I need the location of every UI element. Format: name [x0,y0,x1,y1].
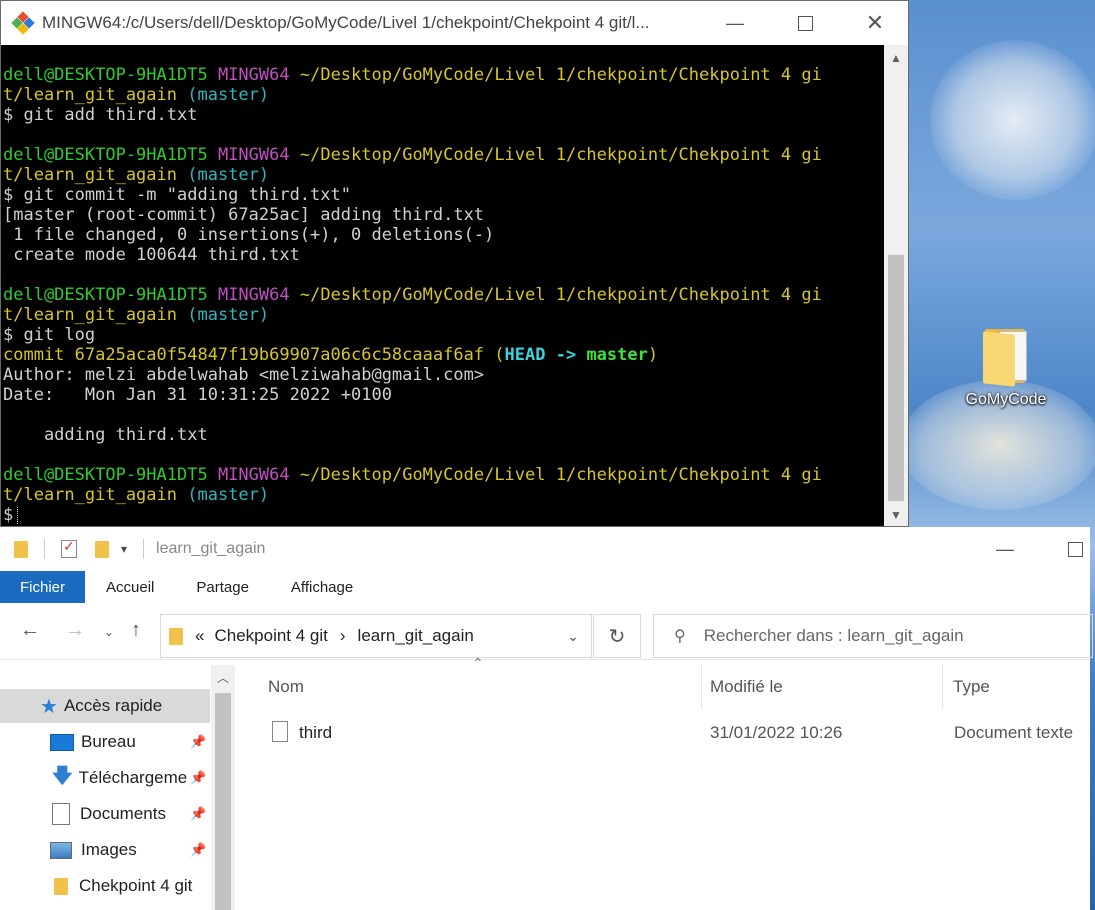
desktop-icon [50,733,74,751]
star-icon: ★ [40,695,58,718]
images-icon [50,841,72,859]
pin-icon[interactable]: 📌 [190,734,206,750]
tab-partage[interactable]: Partage [175,571,270,603]
folder-icon [54,877,68,895]
file-list: ⌃ Nom Modifié le Type third 31/01/2022 1… [236,655,1090,910]
close-icon: ✕ [865,10,885,35]
minimize-button[interactable]: — [700,1,770,45]
folder-icon [169,627,183,645]
explorer-titlebar[interactable]: ▾ learn_git_again — [0,527,1090,571]
maximize-icon [797,15,813,31]
tab-fichier[interactable]: Fichier [0,571,86,603]
recent-locations-chevron-icon[interactable]: ⌄ [104,625,114,639]
download-icon: 🡇 [52,765,73,787]
maximize-button[interactable] [1040,527,1095,571]
sidebar-item-acces-rapide[interactable]: ★ Accès rapide [0,689,210,723]
pin-icon[interactable]: 📌 [190,770,206,786]
sidebar-item-telechargements[interactable]: 🡇 Téléchargeme 📌 [0,761,210,795]
documents-icon [52,803,70,825]
scrollbar-thumb[interactable] [215,693,231,910]
properties-icon[interactable] [61,538,77,558]
navigation-pane-scrollbar[interactable]: ︿ [211,665,235,910]
new-folder-icon[interactable] [95,540,109,558]
divider [143,539,145,559]
sidebar-item-label: Documents [80,804,166,823]
column-divider[interactable] [942,665,943,709]
file-name: third [299,723,333,742]
sidebar-item-bureau[interactable]: Bureau 📌 [0,725,210,759]
breadcrumb-learn-git-again[interactable]: learn_git_again [358,626,474,646]
desktop-folder-label: GoMyCode [965,391,1047,408]
refresh-button[interactable]: ↻ [593,614,641,658]
sidebar-item-images[interactable]: Images 📌 [0,833,210,867]
close-button[interactable]: ✕ [840,1,910,45]
folder-icon [983,325,1029,387]
terminal-command: $ git log [3,325,96,345]
scrollbar-thumb[interactable] [888,255,904,501]
address-bar[interactable]: « Chekpoint 4 git › learn_git_again ⌄ [160,614,592,658]
text-file-icon [272,721,288,742]
search-icon: ⚲ [674,628,686,645]
git-bash-icon [11,11,35,35]
maximize-button[interactable] [770,1,840,45]
terminal-cursor [17,506,20,524]
navigation-bar: ← → ⌄ ↑ « Chekpoint 4 git › learn_git_ag… [0,603,1093,660]
pin-icon[interactable]: 📌 [190,842,206,858]
breadcrumb-separator[interactable]: › [340,626,346,646]
divider [44,539,45,559]
desktop-folder-gomycode[interactable]: GoMyCode [955,325,1057,409]
minimize-icon: — [996,538,1014,559]
terminal-command: $ git add third.txt [3,105,198,125]
customize-toolbar-chevron-icon[interactable]: ▾ [121,542,127,556]
ribbon-tabs: Fichier Accueil Partage Affichage [0,571,1090,603]
up-arrow-icon[interactable]: ↑ [131,619,141,642]
scroll-down-icon[interactable]: ▼ [884,504,908,526]
folder-icon [14,540,28,558]
terminal-output[interactable]: dell@DESKTOP-9HA1DT5 MINGW64 ~/Desktop/G… [1,45,884,526]
cloud [930,40,1095,200]
file-explorer-window[interactable]: ▾ learn_git_again — Fichier Accueil Part… [0,527,1093,910]
sidebar-item-chekpoint-4-git[interactable]: Chekpoint 4 git [0,869,210,903]
terminal-titlebar[interactable]: MINGW64:/c/Users/dell/Desktop/GoMyCode/L… [1,1,908,45]
forward-arrow-icon[interactable]: → [65,619,85,642]
terminal-command: $ git commit -m "adding third.txt" [3,185,351,205]
sidebar-item-label: Bureau [81,732,136,751]
search-input[interactable]: ⚲ Rechercher dans : learn_git_again [653,614,1093,658]
minimize-icon: — [726,12,744,33]
sidebar-item-label: Images [81,840,137,859]
minimize-button[interactable]: — [970,527,1040,571]
pin-icon[interactable]: 📌 [190,806,206,822]
maximize-icon [1067,541,1083,557]
terminal-title: MINGW64:/c/Users/dell/Desktop/GoMyCode/L… [42,13,650,32]
tab-accueil[interactable]: Accueil [85,571,175,603]
address-history-chevron-icon[interactable]: ⌄ [567,628,579,645]
sidebar-item-label: Accès rapide [63,696,163,715]
scroll-up-icon[interactable]: ︿ [211,669,235,686]
file-type: Document texte [954,723,1074,742]
search-placeholder: Rechercher dans : learn_git_again [703,626,964,645]
explorer-title: learn_git_again [156,540,266,557]
breadcrumb-overflow[interactable]: « [195,626,204,646]
column-header-modified[interactable]: Modifié le [710,677,783,697]
sidebar-item-documents[interactable]: Documents 📌 [0,797,210,831]
sort-ascending-icon: ⌃ [472,655,484,671]
sidebar-item-label: Chekpoint 4 git [79,876,193,895]
column-divider[interactable] [701,665,702,709]
column-header-type[interactable]: Type [953,677,990,697]
terminal-scrollbar[interactable]: ▲ ▼ [884,45,908,526]
refresh-icon: ↻ [608,625,626,648]
column-header-name[interactable]: Nom [268,677,304,697]
back-arrow-icon[interactable]: ← [20,619,40,642]
terminal-window[interactable]: MINGW64:/c/Users/dell/Desktop/GoMyCode/L… [0,0,909,527]
scroll-up-icon[interactable]: ▲ [884,47,908,69]
sidebar-item-label: Téléchargeme [78,768,188,787]
tab-affichage[interactable]: Affichage [270,571,374,603]
navigation-pane: ★ Accès rapide Bureau 📌 🡇 Téléchargeme 📌… [0,665,236,910]
file-modified: 31/01/2022 10:26 [710,723,843,742]
breadcrumb-chekpoint-4-git[interactable]: Chekpoint 4 git [214,626,327,646]
